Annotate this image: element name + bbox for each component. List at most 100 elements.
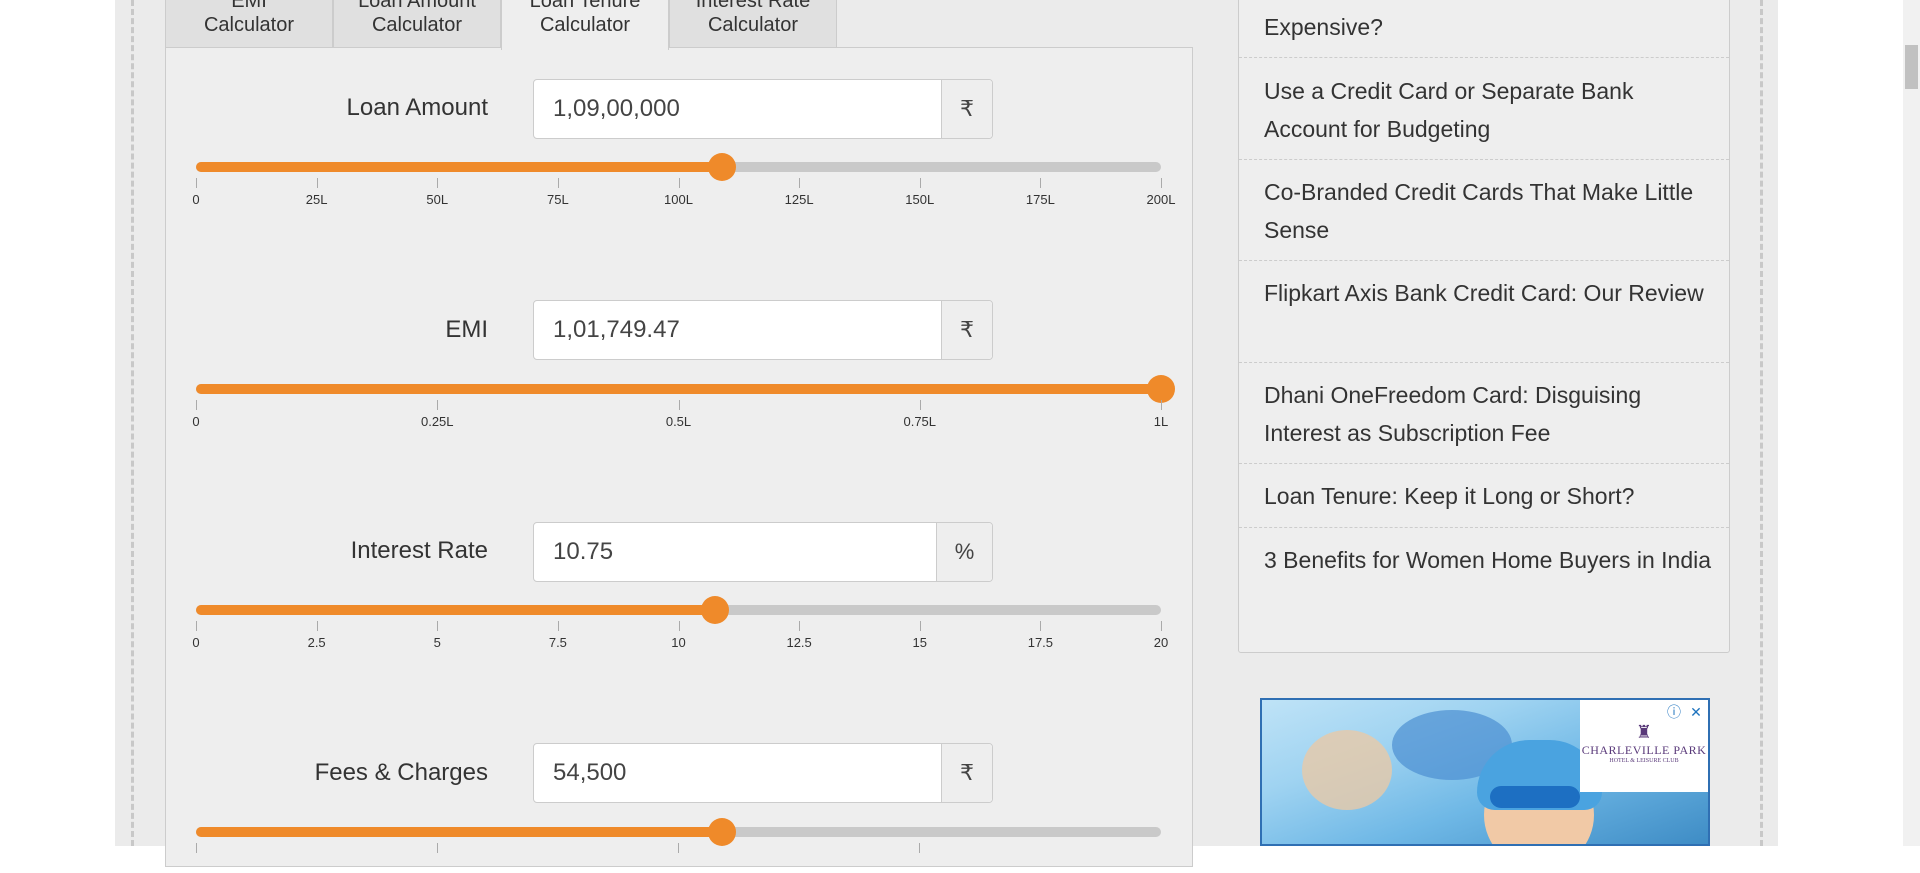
percent-addon: % — [936, 523, 992, 581]
tick-mark — [799, 178, 801, 188]
tick-mark — [557, 178, 559, 188]
tick-label: 0 — [192, 414, 200, 429]
tick-label: 12.5 — [786, 635, 812, 650]
tick-label: 1L — [1153, 414, 1169, 429]
interest-rate-input-group: 10.75 % — [533, 522, 993, 582]
advertisement-banner[interactable]: ♜ CHARLEVILLE PARK HOTEL & LEISURE CLUB … — [1260, 698, 1710, 846]
tick-mark — [557, 621, 559, 631]
tick-mark — [316, 621, 318, 631]
ad-image-shape — [1302, 730, 1392, 810]
tick-label: 2.5 — [307, 635, 326, 650]
fees-slider[interactable] — [196, 818, 1161, 846]
fees-input-group: 54,500 ₹ — [533, 743, 993, 803]
loan-amount-input-group: 1,09,00,000 ₹ — [533, 79, 993, 139]
tick-mark — [196, 621, 197, 631]
tab-label: Loan Amount Calculator — [358, 0, 476, 36]
interest-rate-input[interactable]: 10.75 — [534, 523, 936, 581]
loan-amount-label: Loan Amount — [346, 94, 488, 121]
rupee-addon: ₹ — [941, 80, 992, 138]
divider — [1239, 362, 1729, 363]
tick-mark — [316, 178, 318, 188]
sidebar-item-co-branded-cards[interactable]: Co-Branded Credit Cards That Make Little… — [1239, 173, 1729, 249]
ad-image-shape — [1490, 786, 1580, 808]
tab-loan-amount-calculator[interactable]: Loan Amount Calculator — [333, 0, 501, 48]
sidebar-item-flipkart-axis-review[interactable]: Flipkart Axis Bank Credit Card: Our Revi… — [1239, 274, 1729, 312]
tab-label: Interest Rate Calculator — [695, 0, 811, 36]
tick-label: 50L — [426, 192, 449, 207]
interest-rate-slider-fill — [196, 605, 715, 615]
fees-slider-handle[interactable] — [707, 818, 736, 846]
left-dashed-border — [131, 0, 134, 846]
related-articles-list: Expensive? Use a Credit Card or Separate… — [1238, 0, 1730, 653]
tick-mark — [196, 178, 197, 188]
tick-mark — [678, 621, 680, 631]
sidebar-item-loan-tenure[interactable]: Loan Tenure: Keep it Long or Short? — [1239, 477, 1729, 515]
tick-mark — [196, 843, 197, 853]
emi-input-group: 1,01,749.47 ₹ — [533, 300, 993, 360]
tick-mark — [919, 621, 921, 631]
tick-mark — [437, 178, 439, 188]
rupee-addon: ₹ — [941, 744, 992, 802]
emi-input[interactable]: 1,01,749.47 — [534, 301, 941, 359]
tab-emi-calculator[interactable]: EMI Calculator — [165, 0, 333, 48]
tick-mark — [1161, 621, 1162, 631]
divider — [1239, 159, 1729, 160]
fees-label: Fees & Charges — [314, 759, 488, 786]
loan-amount-input[interactable]: 1,09,00,000 — [534, 80, 941, 138]
divider — [1239, 527, 1729, 528]
interest-rate-slider[interactable] — [196, 596, 1161, 624]
tick-mark — [919, 178, 921, 188]
tick-mark — [1040, 178, 1042, 188]
brand-subtitle: HOTEL & LEISURE CLUB — [1609, 758, 1679, 764]
right-dashed-border — [1760, 0, 1763, 846]
tick-label: 0 — [192, 192, 200, 207]
tick-label: 15 — [912, 635, 927, 650]
interest-rate-ticks: 0 2.5 5 7.5 10 12.5 15 17.5 20 — [192, 621, 1168, 651]
tab-loan-tenure-calculator[interactable]: Loan Tenure Calculator — [501, 0, 669, 50]
emi-slider[interactable] — [196, 375, 1175, 403]
tick-mark — [437, 621, 439, 631]
tick-label: 5 — [433, 635, 441, 650]
loan-amount-slider-fill — [196, 162, 722, 172]
tick-label: 150L — [905, 192, 935, 207]
sidebar-item-dhani-onefreedom[interactable]: Dhani OneFreedom Card: Disguising Intere… — [1239, 376, 1729, 452]
sidebar-item-credit-card-budgeting[interactable]: Use a Credit Card or Separate Bank Accou… — [1239, 72, 1729, 148]
interest-rate-slider-handle[interactable] — [700, 596, 729, 624]
tick-label: 0.5L — [665, 414, 692, 429]
scrollbar-thumb[interactable] — [1905, 45, 1918, 89]
page-scrollbar[interactable] — [1903, 0, 1920, 846]
tick-label: 17.5 — [1027, 635, 1054, 650]
tick-mark — [1161, 178, 1162, 188]
ad-info-icon[interactable]: ⓘ — [1664, 702, 1684, 722]
tick-label: 0.75L — [903, 414, 937, 429]
tick-mark — [1040, 621, 1042, 631]
fees-input[interactable]: 54,500 — [534, 744, 941, 802]
tick-mark — [678, 843, 679, 853]
tick-mark — [799, 621, 801, 631]
tick-label: 0.25L — [420, 414, 454, 429]
interest-rate-label: Interest Rate — [350, 537, 488, 564]
tick-mark — [678, 178, 680, 188]
tick-label: 7.5 — [548, 635, 567, 650]
tick-mark — [196, 400, 197, 410]
sidebar-item-women-home-buyers[interactable]: 3 Benefits for Women Home Buyers in Indi… — [1239, 541, 1729, 579]
divider — [1239, 463, 1729, 464]
tick-mark — [919, 843, 920, 853]
loan-amount-slider[interactable] — [196, 153, 1161, 181]
tick-label: 20 — [1153, 635, 1169, 650]
loan-amount-slider-handle[interactable] — [707, 153, 736, 181]
emi-slider-handle[interactable] — [1147, 375, 1175, 403]
tick-label: 175L — [1025, 192, 1055, 207]
brand-mark-icon: ♜ — [1635, 722, 1653, 742]
tab-interest-rate-calculator[interactable]: Interest Rate Calculator — [669, 0, 837, 48]
ad-close-icon[interactable]: ✕ — [1686, 702, 1706, 722]
tick-label: 25L — [305, 192, 328, 207]
tick-mark — [437, 843, 438, 853]
tick-mark — [678, 400, 680, 410]
tick-label: 200L — [1146, 192, 1176, 207]
tick-mark — [437, 400, 439, 410]
tick-label: 10 — [671, 635, 686, 650]
tick-mark — [919, 400, 921, 410]
sidebar-item-expensive[interactable]: Expensive? — [1239, 8, 1729, 46]
tick-mark — [1161, 400, 1162, 410]
